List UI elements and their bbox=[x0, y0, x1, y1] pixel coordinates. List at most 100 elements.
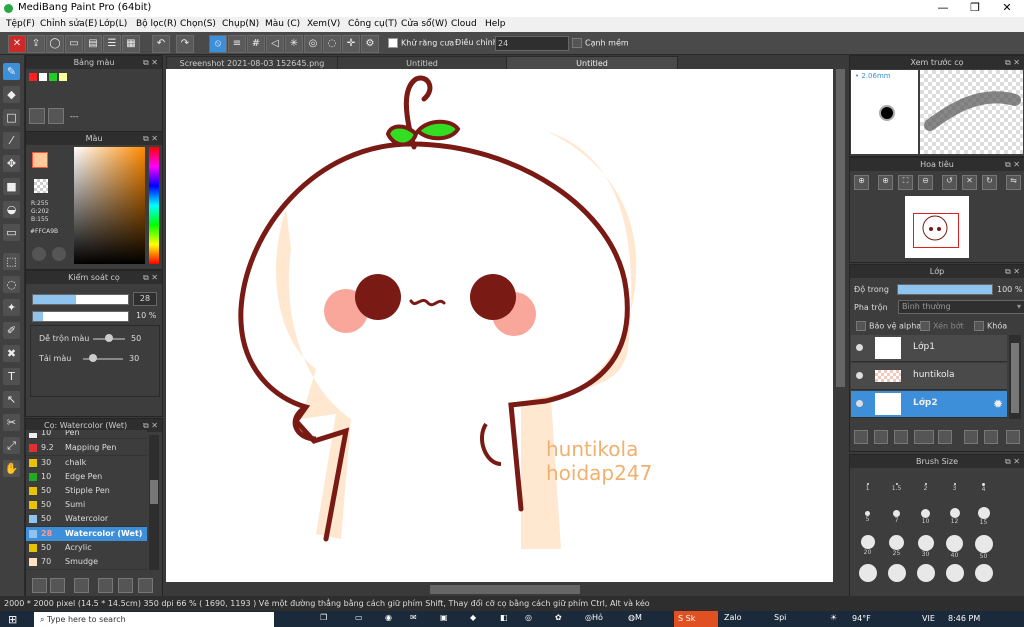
panel-close-icon[interactable]: ⧉ ✕ bbox=[143, 132, 158, 145]
settings-icon[interactable]: ⚙ bbox=[361, 35, 379, 53]
divide-tool-icon[interactable]: ✂ bbox=[3, 414, 20, 431]
brush-size-preset[interactable]: 7 bbox=[885, 506, 908, 526]
brush-folder-icon[interactable] bbox=[118, 578, 133, 593]
brush-size-preset[interactable]: 4 bbox=[972, 477, 995, 497]
brush-opacity-slider[interactable] bbox=[32, 311, 129, 322]
add-brush-icon[interactable] bbox=[32, 578, 47, 593]
saturation-value-picker[interactable] bbox=[74, 147, 145, 264]
panel-close-icon[interactable]: ⧉ ✕ bbox=[1005, 56, 1020, 69]
maximize-button[interactable]: ❐ bbox=[960, 1, 990, 14]
navigator-viewport[interactable] bbox=[913, 213, 959, 248]
protect-alpha-checkbox[interactable] bbox=[856, 321, 866, 331]
palette-swatch[interactable] bbox=[59, 73, 67, 81]
zalo-taskbar-icon[interactable]: Zalo bbox=[724, 613, 742, 622]
brush-size-preset[interactable]: 1 bbox=[856, 477, 879, 497]
brush-item[interactable]: 50 Sumi bbox=[26, 498, 147, 513]
brush-size-preset[interactable] bbox=[972, 564, 995, 584]
circle-snap-icon[interactable]: ◎ bbox=[304, 35, 322, 53]
brush-size-preset[interactable] bbox=[914, 564, 937, 584]
app-icon[interactable]: ◆ bbox=[470, 613, 476, 622]
hand-tool-icon[interactable]: ✋ bbox=[3, 460, 20, 477]
layer-settings-icon[interactable]: ✹ bbox=[993, 397, 1003, 411]
brush-size-preset[interactable]: 30 bbox=[914, 535, 937, 558]
menu-capture[interactable]: Chụp(N) bbox=[222, 19, 259, 29]
navigator-thumbnail[interactable] bbox=[905, 196, 969, 258]
delete-layer-icon[interactable] bbox=[1006, 430, 1020, 444]
menu-layer[interactable]: Lớp(L) bbox=[99, 19, 127, 29]
menu-color[interactable]: Màu (C) bbox=[265, 19, 300, 29]
duplicate-layer-icon[interactable] bbox=[964, 430, 978, 444]
menu-help[interactable]: Help bbox=[485, 19, 506, 29]
brush-size-preset[interactable] bbox=[856, 564, 879, 584]
layer-row-selected[interactable]: Lớp2 ✹ bbox=[851, 391, 1007, 418]
mail-icon[interactable]: ✉ bbox=[410, 613, 417, 622]
brush-item[interactable]: 50 Acrylic bbox=[26, 541, 147, 556]
undo-icon[interactable]: ↶ bbox=[152, 35, 170, 53]
bucket-tool-icon[interactable]: ◒ bbox=[3, 201, 20, 218]
menu-file[interactable]: Tệp(F) bbox=[6, 19, 35, 29]
skype-taskbar-icon[interactable]: S Sk bbox=[674, 611, 718, 627]
shape-tool-icon[interactable]: ■ bbox=[3, 178, 20, 195]
canvas-horizontal-scrollbar[interactable] bbox=[166, 583, 847, 596]
text-tool-icon[interactable]: T bbox=[3, 368, 20, 385]
eraser-tool-icon[interactable]: ◆ bbox=[3, 86, 20, 103]
transparent-color[interactable] bbox=[34, 179, 48, 193]
chrome-icon[interactable]: ◎Hỏ bbox=[585, 613, 603, 622]
grid-snap-icon[interactable]: # bbox=[247, 35, 265, 53]
perspective-snap-icon[interactable]: ◁ bbox=[266, 35, 284, 53]
zoom-out-icon[interactable]: ⊖ bbox=[918, 175, 933, 190]
new-1bit-layer-icon[interactable] bbox=[894, 430, 908, 444]
brush-item[interactable]: 10 Edge Pen bbox=[26, 470, 147, 485]
line-tool-icon[interactable]: ⁄ bbox=[3, 132, 20, 149]
task-view-icon[interactable]: ❐ bbox=[320, 613, 327, 622]
canvas-vertical-scrollbar[interactable] bbox=[834, 69, 847, 582]
layer-folder-icon[interactable] bbox=[938, 430, 952, 444]
rotate-left-icon[interactable]: ↺ bbox=[942, 175, 957, 190]
minimize-button[interactable]: — bbox=[928, 1, 958, 14]
brush-size-preset[interactable] bbox=[885, 564, 908, 584]
taskbar-search[interactable]: ⌕ Type here to search bbox=[34, 612, 274, 627]
menu-cloud[interactable]: Cloud bbox=[451, 19, 477, 29]
new-halftone-layer-icon[interactable] bbox=[874, 430, 888, 444]
layer-menu-icon[interactable] bbox=[914, 430, 934, 444]
brush-size-slider[interactable] bbox=[32, 294, 129, 305]
upload-icon[interactable]: ⇪ bbox=[27, 35, 45, 53]
layer-opacity-slider[interactable] bbox=[897, 284, 993, 295]
rotate-reset-icon[interactable]: ✕ bbox=[962, 175, 977, 190]
comment-icon[interactable]: ◯ bbox=[46, 35, 64, 53]
file-explorer-icon[interactable]: ▭ bbox=[355, 613, 363, 622]
browser-icon[interactable]: ◉ bbox=[385, 613, 392, 622]
new-icon[interactable]: ✕ bbox=[8, 35, 26, 53]
clock[interactable]: 8:46 PM bbox=[948, 614, 980, 623]
chat-icon[interactable]: ▭ bbox=[65, 35, 83, 53]
brush-size-preset[interactable] bbox=[943, 564, 966, 584]
brush-menu-icon[interactable] bbox=[74, 578, 89, 593]
visibility-icon[interactable] bbox=[856, 372, 863, 379]
menu-view[interactable]: Xem(V) bbox=[307, 19, 340, 29]
color-wheel-icon[interactable] bbox=[32, 247, 46, 261]
store-icon[interactable]: ◧ bbox=[500, 613, 508, 622]
medibang-taskbar-icon[interactable]: ◍M bbox=[628, 613, 642, 622]
brush-size-preset[interactable]: 10 bbox=[914, 506, 937, 526]
brush-size-preset[interactable]: 2 bbox=[914, 477, 937, 497]
brush-duplicate-icon[interactable] bbox=[138, 578, 153, 593]
layer-blend-select[interactable]: Bình thường ▾ bbox=[898, 300, 1024, 314]
radial-snap-icon[interactable]: ✳ bbox=[285, 35, 303, 53]
brush-size-preset[interactable]: 15 bbox=[972, 506, 995, 526]
flip-icon[interactable]: ⇋ bbox=[1006, 175, 1021, 190]
brush-tool-icon[interactable]: ✎ bbox=[3, 63, 20, 80]
move-tool-icon[interactable]: ✥ bbox=[3, 155, 20, 172]
chrome-icon[interactable]: ◎ bbox=[525, 613, 532, 622]
brush-size-preset[interactable]: 12 bbox=[943, 506, 966, 526]
target-icon[interactable]: ✛ bbox=[342, 35, 360, 53]
layer-scrollbar[interactable] bbox=[1009, 335, 1021, 419]
menu-edit[interactable]: Chỉnh sửa(E) bbox=[40, 19, 97, 29]
palette-swatch[interactable] bbox=[29, 73, 37, 81]
select-pen-icon[interactable]: ✐ bbox=[3, 322, 20, 339]
lasso-tool-icon[interactable]: ◌ bbox=[3, 276, 20, 293]
brush-size-preset[interactable]: 20 bbox=[856, 535, 879, 556]
brush-size-preset[interactable]: 5 bbox=[856, 506, 879, 526]
redo-icon[interactable]: ↷ bbox=[176, 35, 194, 53]
windows-start-icon[interactable]: ⊞ bbox=[8, 613, 17, 626]
clip-checkbox[interactable] bbox=[920, 321, 930, 331]
